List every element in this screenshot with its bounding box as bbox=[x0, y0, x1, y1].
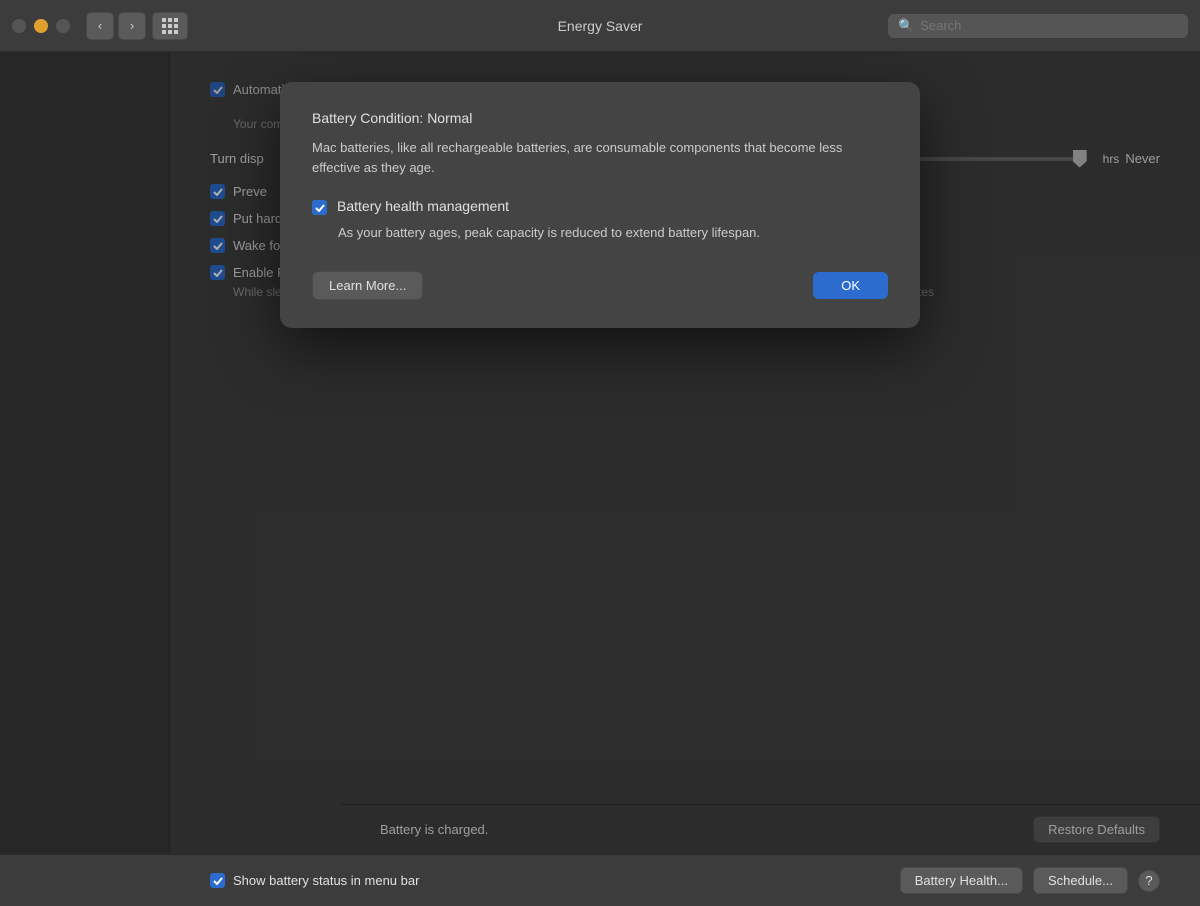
learn-more-button[interactable]: Learn More... bbox=[312, 271, 423, 300]
modal-overlay: Battery Condition: Normal Mac batteries,… bbox=[0, 52, 1200, 854]
schedule-button[interactable]: Schedule... bbox=[1033, 867, 1128, 894]
health-mgmt-desc: As your battery ages, peak capacity is r… bbox=[338, 223, 888, 243]
close-button[interactable] bbox=[12, 19, 26, 33]
condition-label: Battery Condition: bbox=[312, 110, 423, 126]
search-icon: 🔍 bbox=[898, 18, 914, 34]
health-mgmt-checkbox-row: Battery health management bbox=[312, 198, 888, 215]
help-button[interactable]: ? bbox=[1138, 870, 1160, 892]
nav-buttons: ‹ › bbox=[86, 12, 146, 40]
health-mgmt-checkbox[interactable] bbox=[312, 200, 327, 215]
chevron-left-icon: ‹ bbox=[98, 18, 102, 33]
maximize-button[interactable] bbox=[56, 19, 70, 33]
bottom-buttons: Battery Health... Schedule... ? bbox=[900, 867, 1160, 894]
modal-buttons: Learn More... OK bbox=[312, 271, 888, 300]
search-input[interactable] bbox=[920, 18, 1178, 33]
health-mgmt-label: Battery health management bbox=[337, 198, 509, 214]
show-battery-checkbox[interactable] bbox=[210, 873, 225, 888]
show-battery-row: Show battery status in menu bar bbox=[210, 873, 419, 888]
forward-button[interactable]: › bbox=[118, 12, 146, 40]
ok-button[interactable]: OK bbox=[813, 272, 888, 299]
very-bottom-bar: Show battery status in menu bar Battery … bbox=[0, 854, 1200, 906]
titlebar: ‹ › Energy Saver 🔍 bbox=[0, 0, 1200, 52]
condition-value: Normal bbox=[427, 110, 472, 126]
minimize-button[interactable] bbox=[34, 19, 48, 33]
modal-condition: Battery Condition: Normal bbox=[312, 110, 888, 126]
battery-health-button[interactable]: Battery Health... bbox=[900, 867, 1023, 894]
search-bar[interactable]: 🔍 bbox=[888, 14, 1188, 38]
main-content: Automati Your com Turn disp hrs Never Pr… bbox=[0, 52, 1200, 854]
modal-description: Mac batteries, like all rechargeable bat… bbox=[312, 138, 888, 178]
back-button[interactable]: ‹ bbox=[86, 12, 114, 40]
chevron-right-icon: › bbox=[130, 18, 134, 33]
traffic-lights bbox=[12, 19, 70, 33]
show-battery-label: Show battery status in menu bar bbox=[233, 873, 419, 888]
window-title: Energy Saver bbox=[558, 18, 643, 34]
battery-health-modal: Battery Condition: Normal Mac batteries,… bbox=[280, 82, 920, 328]
grid-icon bbox=[162, 18, 178, 34]
grid-view-button[interactable] bbox=[152, 12, 188, 40]
